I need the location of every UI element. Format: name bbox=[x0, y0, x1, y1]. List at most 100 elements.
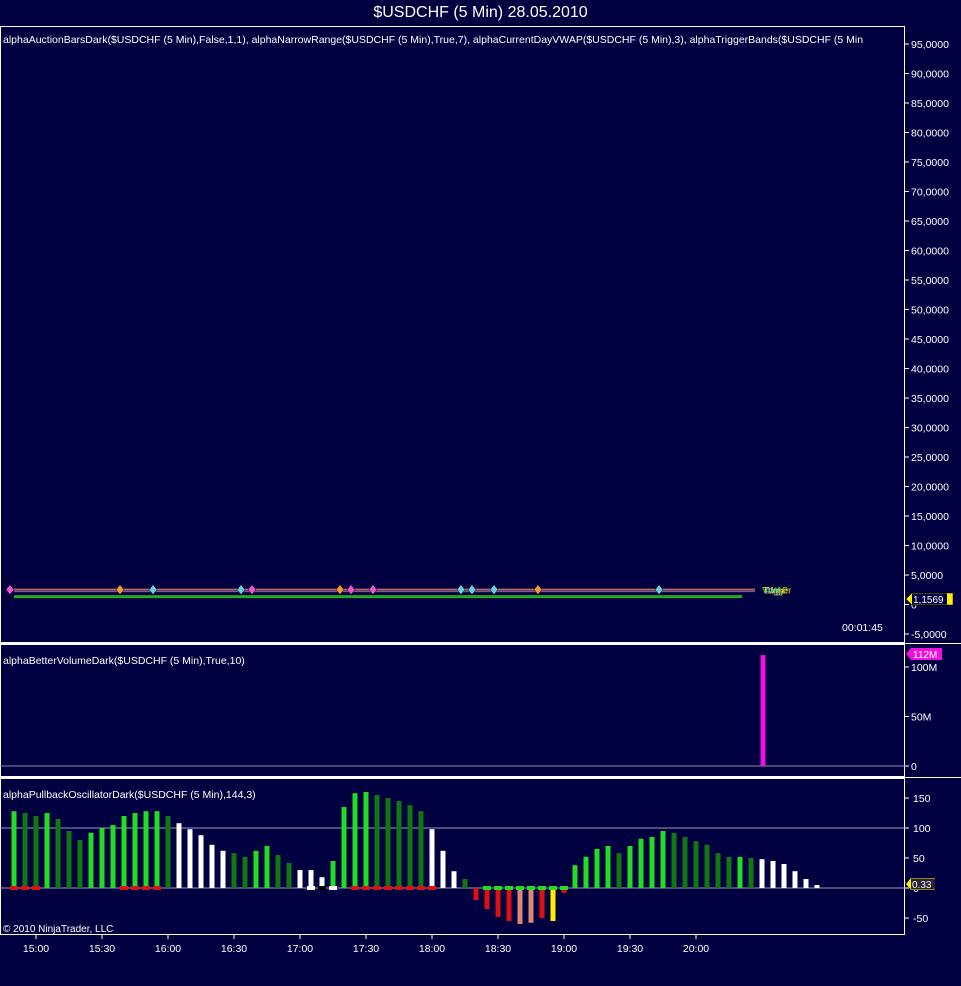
price-panel-label: alphaAuctionBarsDark($USDCHF (5 Min),Fal… bbox=[3, 34, 863, 46]
last-price-tag: 1,1569 bbox=[905, 592, 954, 606]
time-axis-label: 16:00 bbox=[155, 943, 181, 955]
oscillator-bar bbox=[143, 811, 149, 888]
price-axis-label: 65,0000 bbox=[911, 216, 949, 228]
oscillator-bar bbox=[220, 850, 226, 888]
oscillator-signal-dot bbox=[428, 886, 436, 890]
oscillator-signal-dot bbox=[120, 886, 128, 890]
volume-last-tag: 112M bbox=[906, 648, 942, 661]
chart-frame: alphaAuctionBarsDark($USDCHF (5 Min),Fal… bbox=[0, 26, 961, 981]
oscillator-bar bbox=[803, 879, 809, 888]
oscillator-bar bbox=[814, 885, 820, 888]
oscillator-bar bbox=[473, 888, 479, 900]
price-axis-label: 90,0000 bbox=[911, 69, 949, 81]
price-axis-label: 20,0000 bbox=[911, 482, 949, 494]
oscillator-bar bbox=[154, 811, 160, 888]
oscillator-bar bbox=[286, 862, 292, 888]
oscillator-bar bbox=[264, 846, 270, 888]
oscillator-bar bbox=[660, 831, 666, 888]
oscillator-signal-dot bbox=[373, 886, 381, 890]
copyright-text: © 2010 NinjaTrader, LLC bbox=[3, 924, 113, 935]
price-axis-label: 45,0000 bbox=[911, 334, 949, 346]
oscillator-bar bbox=[121, 816, 127, 888]
oscillator-signal-dot bbox=[21, 886, 29, 890]
oscillator-bar bbox=[517, 888, 523, 924]
oscillator-bar bbox=[11, 811, 17, 888]
oscillator-bar bbox=[198, 835, 204, 888]
oscillator-signal-dot bbox=[384, 886, 392, 890]
oscillator-axis-label: -50 bbox=[913, 913, 928, 925]
oscillator-bar bbox=[451, 871, 457, 888]
volume-axis-label: 50M bbox=[911, 712, 931, 724]
oscillator-bar bbox=[792, 871, 798, 888]
oscillator-bar bbox=[308, 870, 314, 888]
oscillator-bar bbox=[374, 795, 380, 888]
oscillator-bar bbox=[253, 850, 259, 888]
oscillator-bar bbox=[693, 841, 699, 888]
oscillator-bar bbox=[352, 793, 358, 888]
oscillator-bar bbox=[616, 853, 622, 888]
oscillator-bar bbox=[231, 853, 237, 888]
time-axis-label: 20:00 bbox=[683, 943, 709, 955]
oscillator-last-tag: 0.33 bbox=[906, 878, 935, 891]
oscillator-bar bbox=[495, 888, 501, 917]
oscillator-bar bbox=[704, 844, 710, 888]
price-y-axis: 95,0000 90,0000 85,0000 80,0000 75,0000 70,00… bbox=[905, 39, 949, 641]
time-axis-label: 16:30 bbox=[221, 943, 247, 955]
oscillator-signal-dot bbox=[395, 886, 403, 890]
price-axis-label: 35,0000 bbox=[911, 393, 949, 405]
oscillator-bar bbox=[407, 805, 413, 888]
oscillator-bar bbox=[781, 864, 787, 888]
oscillator-bar bbox=[429, 829, 435, 888]
oscillator-bar bbox=[440, 850, 446, 888]
price-axis-label: 60,0000 bbox=[911, 246, 949, 258]
chart-canvas[interactable]: alphaAuctionBarsDark($USDCHF (5 Min),Fal… bbox=[0, 26, 961, 981]
oscillator-bar bbox=[385, 798, 391, 888]
oscillator-signal-dot bbox=[406, 886, 414, 890]
oscillator-axis-label: 50 bbox=[913, 853, 925, 865]
oscillator-signal-dot bbox=[142, 886, 150, 890]
oscillator-bar bbox=[297, 870, 303, 888]
oscillator-panel-label: alphaPullbackOscillatorDark($USDCHF (5 M… bbox=[3, 789, 256, 801]
volume-axis-label: 0 bbox=[911, 761, 917, 773]
price-axis-label: 80,0000 bbox=[911, 128, 949, 140]
oscillator-bar bbox=[484, 888, 490, 909]
oscillator-bar bbox=[209, 844, 215, 888]
oscillator-bar bbox=[396, 801, 402, 888]
volume-panel-label: alphaBetterVolumeDark($USDCHF (5 Min),Tr… bbox=[3, 655, 245, 667]
oscillator-signal-dot bbox=[505, 886, 513, 890]
plot-end-label: Avg bbox=[765, 586, 780, 596]
last-price-label: 1,1569 bbox=[913, 595, 944, 606]
oscillator-bar bbox=[132, 813, 138, 888]
oscillator-bar bbox=[759, 859, 765, 888]
oscillator-bar bbox=[605, 846, 611, 888]
oscillator-bar bbox=[748, 858, 754, 888]
price-axis-label: 10,0000 bbox=[911, 541, 949, 553]
oscillator-bar bbox=[88, 832, 94, 888]
oscillator-bar bbox=[242, 856, 248, 888]
oscillator-bar bbox=[99, 828, 105, 888]
oscillator-bar bbox=[594, 849, 600, 888]
price-axis-label: 50,0000 bbox=[911, 305, 949, 317]
oscillator-bar bbox=[275, 855, 281, 888]
oscillator-signal-dot bbox=[153, 886, 161, 890]
oscillator-bar bbox=[682, 837, 688, 888]
oscillator-bar bbox=[715, 853, 721, 888]
volume-plot bbox=[760, 655, 766, 766]
volume-axis-label: 100M bbox=[911, 662, 937, 674]
price-axis-label: -5,0000 bbox=[911, 629, 947, 641]
oscillator-signal-dot bbox=[131, 886, 139, 890]
time-axis-label: 17:30 bbox=[353, 943, 379, 955]
oscillator-signal-dot bbox=[329, 886, 337, 890]
oscillator-signal-dot bbox=[417, 886, 425, 890]
oscillator-axis-label: 100 bbox=[913, 823, 931, 835]
time-axis-label: 19:30 bbox=[617, 943, 643, 955]
oscillator-bar bbox=[528, 888, 534, 923]
oscillator-bar bbox=[77, 840, 83, 888]
oscillator-bar bbox=[583, 856, 589, 888]
oscillator-bar bbox=[572, 865, 578, 888]
oscillator-signal-dot bbox=[494, 886, 502, 890]
oscillator-bar bbox=[110, 825, 116, 888]
chart-title: $USDCHF (5 Min) 28.05.2010 bbox=[0, 0, 961, 26]
oscillator-bar bbox=[638, 838, 644, 888]
time-axis-label: 17:00 bbox=[287, 943, 313, 955]
